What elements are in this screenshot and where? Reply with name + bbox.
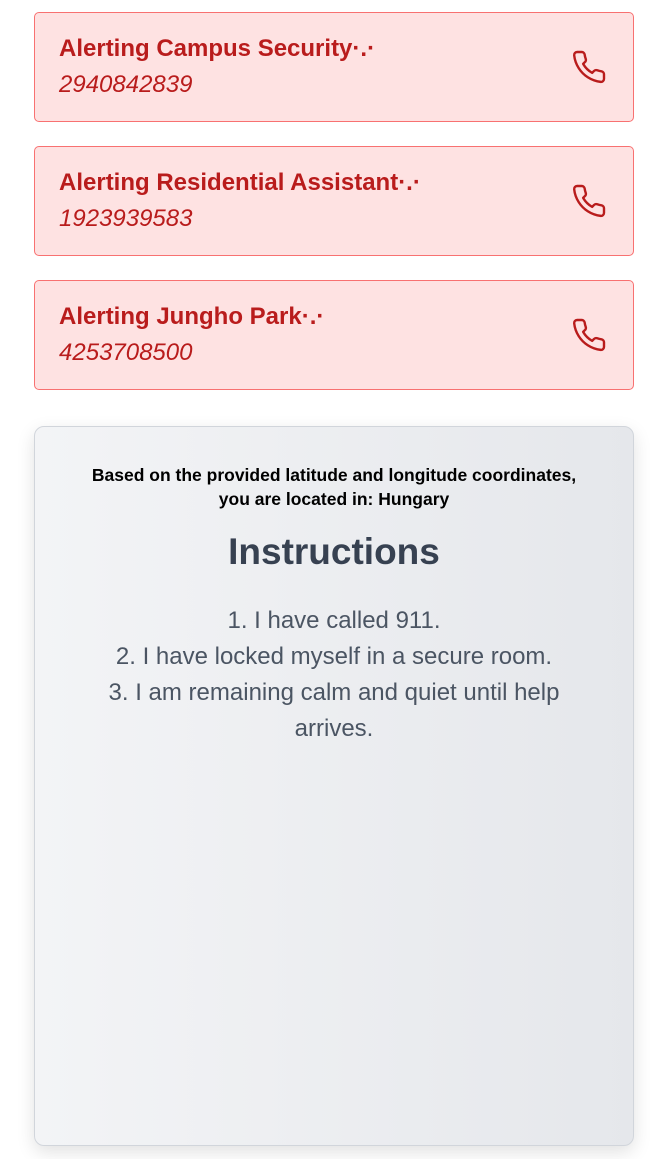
instruction-step: 1. I have called 911. (227, 607, 441, 634)
phone-icon[interactable] (571, 317, 607, 353)
emergency-page: Alerting Campus Security·.· 2940842839 A… (0, 0, 659, 1159)
location-line-1: Based on the provided latitude and longi… (91, 465, 577, 485)
location-text: Based on the provided latitude and longi… (74, 463, 594, 511)
location-line-2: you are located in: Hungary (218, 489, 450, 509)
alert-card-campus-security[interactable]: Alerting Campus Security·.· 2940842839 (34, 12, 634, 122)
phone-icon[interactable] (571, 49, 607, 85)
phone-icon[interactable] (571, 183, 607, 219)
alert-phone-number: 1923939583 (59, 205, 193, 232)
alert-phone-number: 4253708500 (59, 339, 193, 366)
alert-card-residential-assistant[interactable]: Alerting Residential Assistant·.· 192393… (34, 146, 634, 256)
alert-phone-number: 2940842839 (59, 71, 193, 98)
alert-title: Alerting Campus Security·.· (59, 35, 376, 62)
instruction-step: 2. I have locked myself in a secure room… (115, 643, 553, 670)
alert-title: Alerting Residential Assistant·.· (59, 169, 421, 196)
instructions-title: Instructions (228, 531, 440, 572)
alert-card-jungho-park[interactable]: Alerting Jungho Park·.· 4253708500 (34, 280, 634, 390)
instructions-panel: Based on the provided latitude and longi… (34, 426, 634, 1146)
instruction-step: 3. I am remaining calm and quiet until h… (108, 679, 560, 742)
instructions-list: 1. I have called 911. 2. I have locked m… (84, 603, 584, 747)
alert-title: Alerting Jungho Park·.· (59, 303, 325, 330)
alert-list: Alerting Campus Security·.· 2940842839 A… (34, 12, 634, 414)
